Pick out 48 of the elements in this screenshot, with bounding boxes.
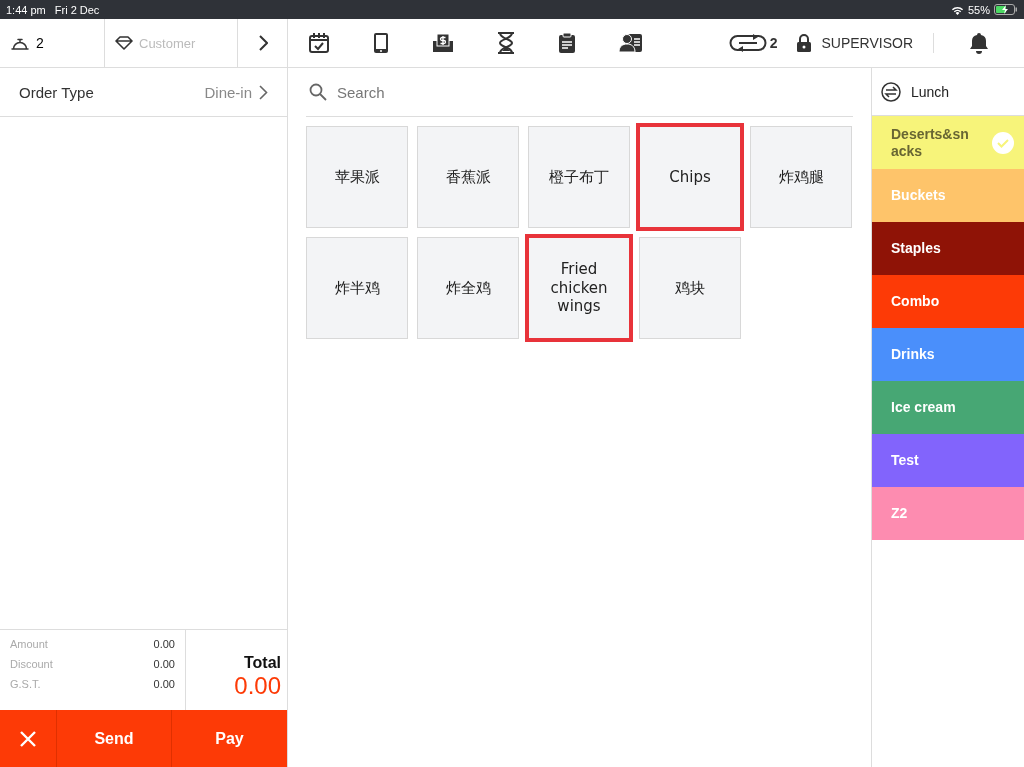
product-tile[interactable]: 炸全鸡 xyxy=(417,237,519,339)
battery-icon xyxy=(994,4,1018,15)
product-tile[interactable]: 橙子布丁 xyxy=(528,126,630,228)
supervisor-lock[interactable]: SUPERVISOR xyxy=(797,34,913,52)
summary-label: Amount xyxy=(10,638,48,650)
category-item[interactable]: Staples xyxy=(872,222,1024,275)
order-type-row[interactable]: Order Type Dine-in xyxy=(0,68,287,117)
wifi-icon xyxy=(950,4,964,15)
order-type-value: Dine-in xyxy=(204,83,252,101)
tablet-icon[interactable] xyxy=(373,32,389,54)
total-amount: 0.00 xyxy=(234,672,281,700)
swap-icon xyxy=(881,81,901,102)
search-icon xyxy=(309,83,327,101)
battery-percent: 55% xyxy=(967,3,990,16)
close-icon xyxy=(19,729,37,748)
contact-card-icon[interactable] xyxy=(619,33,643,53)
clipboard-icon[interactable] xyxy=(558,32,576,54)
diamond-icon xyxy=(115,36,133,50)
lock-icon xyxy=(797,34,812,52)
status-date: Fri 2 Dec xyxy=(54,3,100,16)
product-tile[interactable]: 香蕉派 xyxy=(417,126,519,228)
cash-drawer-icon[interactable] xyxy=(432,33,454,53)
calendar-check-icon[interactable] xyxy=(308,32,330,54)
desc-counter[interactable]: 2 xyxy=(728,33,778,53)
product-tile[interactable]: 炸半鸡 xyxy=(306,237,408,339)
product-tile[interactable]: Chips xyxy=(639,126,741,228)
summary-label: Discount xyxy=(10,658,53,670)
product-tile[interactable]: 鸡块 xyxy=(639,237,741,339)
status-time: 1:44 pm xyxy=(6,3,46,16)
category-item[interactable]: Test xyxy=(872,434,1024,487)
desc-icon xyxy=(728,33,767,53)
summary-value: 0.00 xyxy=(153,638,175,650)
product-tile[interactable]: 炸鸡腿 xyxy=(750,126,852,228)
summary-label: G.S.T. xyxy=(10,678,41,690)
hourglass-icon[interactable] xyxy=(497,32,515,54)
guest-count[interactable]: 2 xyxy=(0,19,105,67)
notification-bell-icon[interactable] xyxy=(969,32,989,54)
menu-name[interactable]: Lunch xyxy=(911,83,950,100)
order-type-label: Order Type xyxy=(19,83,94,101)
chevron-right-icon xyxy=(259,84,268,100)
product-tile[interactable]: 苹果派 xyxy=(306,126,408,228)
category-item[interactable]: Deserts&snacks xyxy=(872,116,1024,169)
total-label: Total xyxy=(243,654,281,672)
checkmark-icon xyxy=(992,131,1014,154)
product-tile[interactable]: Fried chicken wings xyxy=(528,237,630,339)
summary-value: 0.00 xyxy=(153,658,175,670)
category-item[interactable]: Combo xyxy=(872,275,1024,328)
summary-value: 0.00 xyxy=(153,678,175,690)
